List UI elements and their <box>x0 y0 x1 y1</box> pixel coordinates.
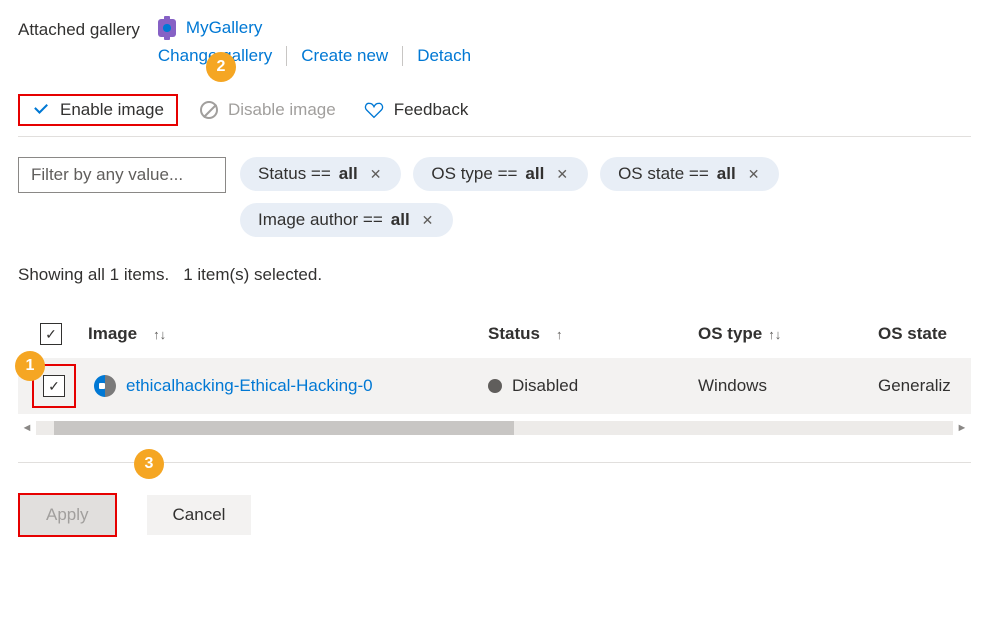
annotation-badge-1: 1 <box>15 351 45 381</box>
prohibit-icon <box>200 101 218 119</box>
feedback-label: Feedback <box>394 100 469 120</box>
selected-count: 1 item(s) selected. <box>183 265 322 285</box>
col-label: Image <box>88 324 137 344</box>
detach-link[interactable]: Detach <box>403 46 485 66</box>
filter-pill-osstate[interactable]: OS state == all ✕ <box>600 157 779 191</box>
heart-icon <box>364 101 384 119</box>
enable-image-label: Enable image <box>60 100 164 120</box>
col-label: Status <box>488 324 540 344</box>
pill-value: all <box>339 164 358 184</box>
gallery-icon <box>158 19 176 37</box>
check-icon <box>32 101 50 119</box>
status-text: Disabled <box>512 376 578 396</box>
row-checkbox[interactable] <box>43 375 65 397</box>
close-icon[interactable]: ✕ <box>418 212 438 229</box>
sort-asc-icon: ↑ <box>556 327 563 342</box>
apply-button[interactable]: Apply <box>18 493 117 537</box>
horizontal-scrollbar[interactable]: ◄ ► <box>18 420 971 436</box>
column-header-image[interactable]: Image ↑↓ <box>88 324 488 344</box>
column-header-status[interactable]: Status ↑ <box>488 324 698 344</box>
col-label: OS state <box>878 324 947 343</box>
osstate-text: Generaliz <box>878 376 988 396</box>
cancel-button[interactable]: Cancel <box>147 495 252 535</box>
gallery-name-link[interactable]: MyGallery <box>186 18 263 38</box>
scroll-thumb[interactable] <box>54 421 514 435</box>
image-name-link[interactable]: ethicalhacking-Ethical-Hacking-0 <box>126 376 373 396</box>
table-row[interactable]: ethicalhacking-Ethical-Hacking-0 Disable… <box>18 358 971 414</box>
sort-icon: ↑↓ <box>153 327 166 342</box>
attached-gallery-label: Attached gallery <box>18 18 140 40</box>
filter-pill-ostype[interactable]: OS type == all ✕ <box>413 157 588 191</box>
pill-value: all <box>717 164 736 184</box>
filter-pill-author[interactable]: Image author == all ✕ <box>240 203 453 237</box>
feedback-button[interactable]: Feedback <box>350 94 483 126</box>
annotation-badge-2: 2 <box>206 52 236 82</box>
pill-label: Image author == <box>258 210 383 230</box>
select-all-checkbox[interactable] <box>40 323 62 345</box>
enable-image-button[interactable]: Enable image <box>18 94 178 126</box>
close-icon[interactable]: ✕ <box>552 166 572 183</box>
showing-count: Showing all 1 items. <box>18 265 169 285</box>
pill-label: Status == <box>258 164 331 184</box>
close-icon[interactable]: ✕ <box>744 166 764 183</box>
filter-pill-status[interactable]: Status == all ✕ <box>240 157 401 191</box>
pill-value: all <box>391 210 410 230</box>
ostype-text: Windows <box>698 376 878 396</box>
disable-image-label: Disable image <box>228 100 336 120</box>
col-label: OS type <box>698 324 762 343</box>
vm-image-icon <box>94 375 116 397</box>
filter-input[interactable] <box>18 157 226 193</box>
pill-label: OS state == <box>618 164 709 184</box>
annotation-badge-3: 3 <box>134 449 164 479</box>
pill-value: all <box>525 164 544 184</box>
scroll-right-icon[interactable]: ► <box>953 422 971 434</box>
column-header-ostype[interactable]: OS type ↑↓ <box>698 324 878 344</box>
disable-image-button: Disable image <box>186 94 350 126</box>
close-icon[interactable]: ✕ <box>366 166 386 183</box>
sort-icon: ↑↓ <box>768 327 781 342</box>
create-new-link[interactable]: Create new <box>287 46 402 66</box>
scroll-left-icon[interactable]: ◄ <box>18 422 36 434</box>
pill-label: OS type == <box>431 164 517 184</box>
status-dot-icon <box>488 379 502 393</box>
column-header-osstate[interactable]: OS state <box>878 324 988 344</box>
